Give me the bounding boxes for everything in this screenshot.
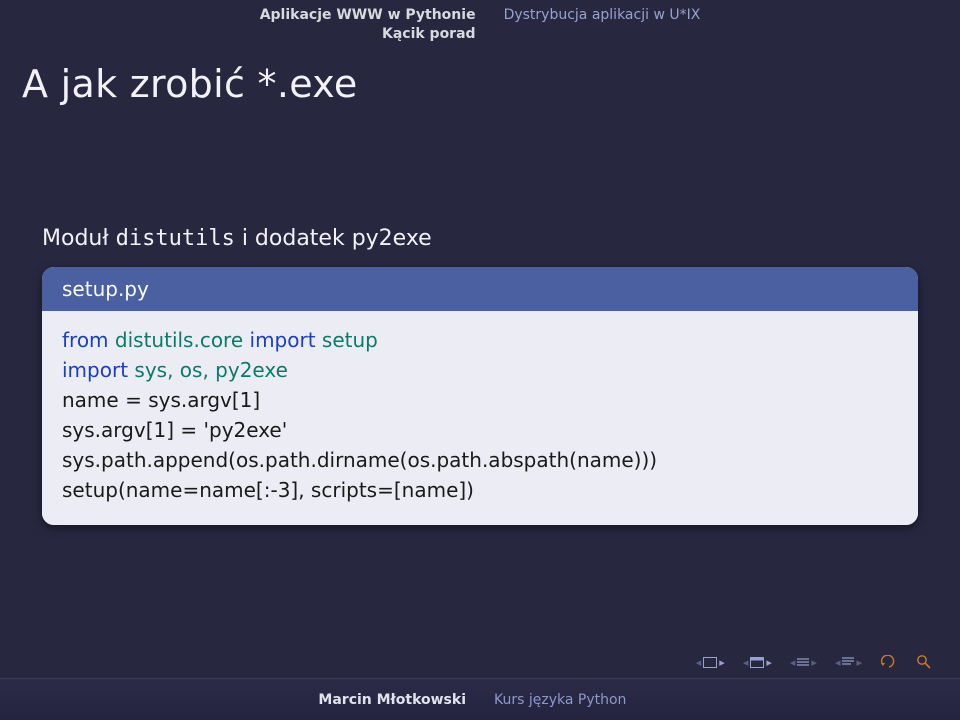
code-line-5: sys.path.append(os.path.dirname(os.path.… — [62, 445, 898, 475]
nav-prev-section[interactable]: ◂ ▸ — [790, 656, 817, 669]
slide-title: A jak zrobić *.exe — [0, 44, 960, 106]
nav-prev-slide[interactable]: ◂ ▸ — [696, 656, 725, 669]
code-block: setup.py from distutils.core import setu… — [42, 267, 918, 525]
nav-section-left: Aplikacje WWW w Pythonie Kącik porad — [260, 6, 490, 44]
section-icon — [797, 656, 809, 668]
content-area: Moduł distutils i dodatek py2exe setup.p… — [0, 106, 960, 525]
chevron-right-icon: ▸ — [811, 656, 817, 669]
chevron-right-icon: ▸ — [856, 656, 862, 669]
intro-post: i dodatek py2exe — [235, 226, 432, 251]
chevron-left-icon: ◂ — [696, 656, 702, 669]
subsection-icon — [750, 657, 764, 668]
code-line-3: name = sys.argv[1] — [62, 385, 898, 415]
doc-icon — [842, 656, 854, 668]
code-block-body: from distutils.core import setup import … — [42, 311, 918, 525]
footer-bar: Marcin Młotkowski Kurs języka Python — [0, 678, 960, 720]
code-line-6: setup(name=name[:-3], scripts=[name]) — [62, 475, 898, 505]
nav-section-right: Dystrybucja aplikacji w U*IX — [490, 6, 701, 44]
nav-prev-subsection[interactable]: ◂ ▸ — [743, 656, 772, 669]
intro-pre: Moduł — [42, 226, 116, 251]
nav-back[interactable] — [880, 655, 898, 669]
chevron-left-icon: ◂ — [790, 656, 796, 669]
chevron-right-icon: ▸ — [719, 656, 725, 669]
nav-item-distribution[interactable]: Dystrybucja aplikacji w U*IX — [504, 6, 701, 25]
search-icon — [916, 654, 932, 670]
undo-icon — [880, 655, 898, 669]
footer-author: Marcin Młotkowski — [0, 692, 480, 708]
chevron-left-icon: ◂ — [743, 656, 749, 669]
footer-course: Kurs języka Python — [480, 692, 960, 708]
nav-search[interactable] — [916, 654, 932, 670]
code-line-4: sys.argv[1] = 'py2exe' — [62, 415, 898, 445]
code-line-2: import sys, os, py2exe — [62, 355, 898, 385]
code-line-1: from distutils.core import setup — [62, 325, 898, 355]
nav-prev-doc[interactable]: ◂ ▸ — [835, 656, 862, 669]
nav-item-tips[interactable]: Kącik porad — [260, 25, 476, 44]
slide-icon — [703, 657, 717, 668]
header-nav: Aplikacje WWW w Pythonie Kącik porad Dys… — [0, 0, 960, 44]
nav-item-www[interactable]: Aplikacje WWW w Pythonie — [260, 6, 476, 25]
code-block-title: setup.py — [42, 267, 918, 311]
chevron-left-icon: ◂ — [835, 656, 841, 669]
intro-text: Moduł distutils i dodatek py2exe — [42, 226, 918, 251]
beamer-nav-icons: ◂ ▸ ◂ ▸ ◂ ▸ ◂ ▸ — [696, 654, 932, 670]
intro-mono: distutils — [116, 226, 235, 251]
chevron-right-icon: ▸ — [766, 656, 772, 669]
